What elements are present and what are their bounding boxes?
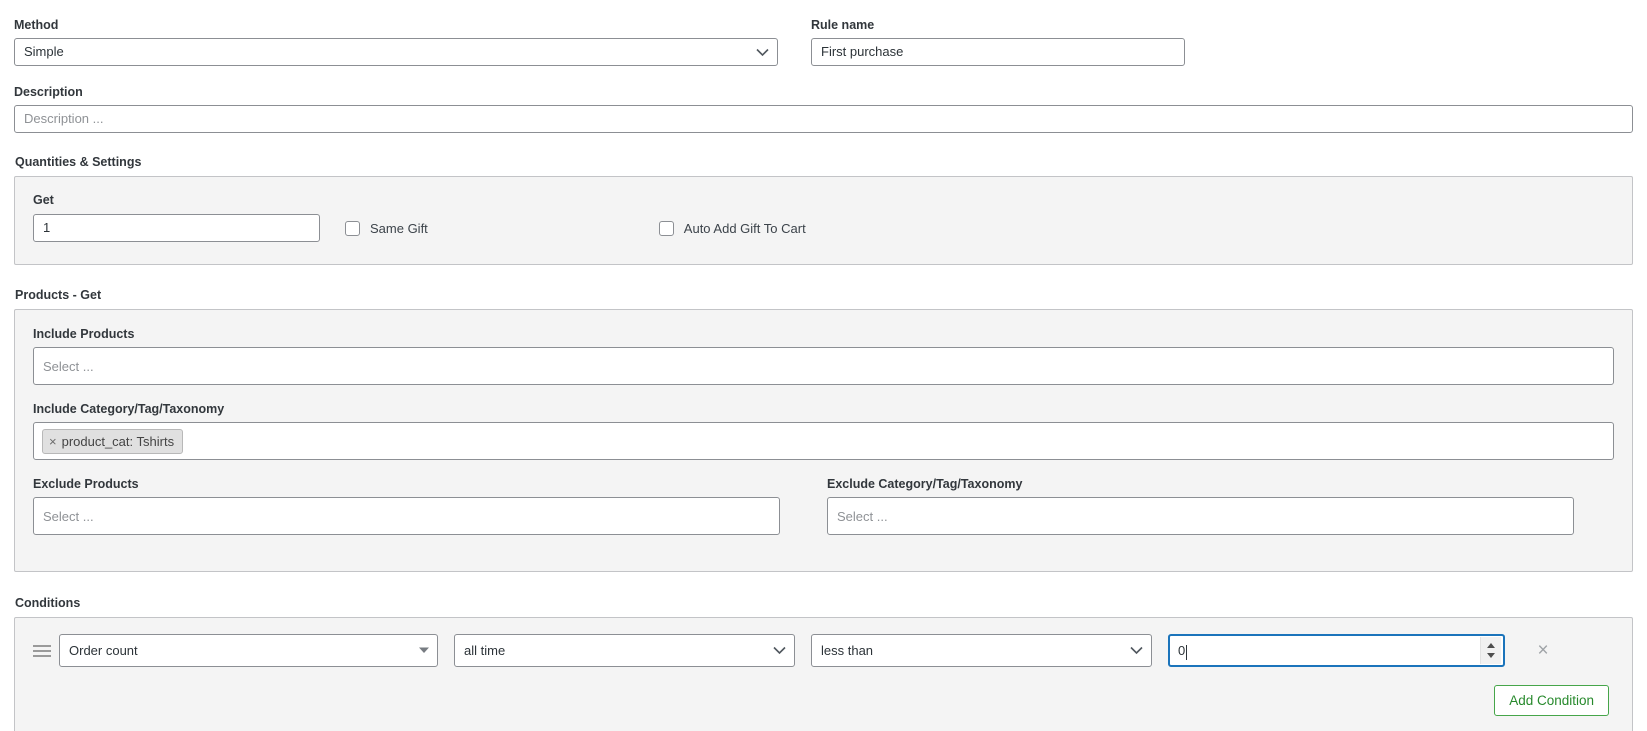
drag-handle-icon[interactable] [33, 644, 55, 657]
conditions-section: Conditions Order count all time less tha… [14, 596, 1633, 731]
quantities-settings-section: Quantities & Settings Get 1 Same Gift Au… [14, 155, 1633, 265]
exclude-products-select[interactable]: Select ... [33, 497, 780, 535]
include-products-label: Include Products [33, 327, 135, 341]
description-field-group: Description Description ... [14, 85, 1633, 133]
quantities-settings-title: Quantities & Settings [15, 155, 142, 169]
get-label: Get [33, 193, 54, 207]
conditions-title: Conditions [15, 596, 81, 610]
stepper-up-icon[interactable] [1487, 643, 1495, 648]
exclude-category-group: Exclude Category/Tag/Taxonomy Select ... [827, 477, 1574, 552]
conditions-actions: Add Condition [33, 685, 1614, 716]
tag-remove-icon[interactable]: × [49, 435, 57, 448]
method-field-group: Method Simple [14, 18, 778, 66]
products-get-title: Products - Get [15, 288, 102, 302]
same-gift-checkbox-item[interactable]: Same Gift [345, 214, 428, 242]
include-category-group: Include Category/Tag/Taxonomy × product_… [33, 402, 1614, 460]
exclude-products-label: Exclude Products [33, 477, 139, 491]
rule-name-input[interactable]: First purchase [811, 38, 1185, 66]
quantities-settings-panel: Get 1 Same Gift Auto Add Gift To Cart [14, 176, 1633, 265]
condition-operator-select-wrap[interactable]: less than [811, 634, 1152, 667]
condition-field-select-wrap[interactable]: Order count [59, 634, 438, 667]
include-products-select[interactable]: Select ... [33, 347, 1614, 385]
method-select[interactable]: Simple [14, 38, 778, 66]
tag-label: product_cat: Tshirts [61, 433, 175, 449]
condition-operator-select[interactable]: less than [811, 634, 1152, 667]
condition-period-select[interactable]: all time [454, 634, 795, 667]
number-stepper[interactable] [1480, 637, 1501, 664]
products-get-panel: Include Products Select ... Include Cate… [14, 309, 1633, 572]
same-gift-label: Same Gift [370, 220, 428, 236]
condition-row: Order count all time less than 0 × [33, 634, 1614, 667]
method-select-wrap[interactable]: Simple [14, 38, 778, 66]
tag-chip[interactable]: × product_cat: Tshirts [42, 428, 184, 454]
description-label: Description [14, 85, 83, 99]
exclude-category-select[interactable]: Select ... [827, 497, 1574, 535]
condition-period-select-wrap[interactable]: all time [454, 634, 795, 667]
products-get-section: Products - Get Include Products Select .… [14, 288, 1633, 572]
condition-amount-value: 0 [1178, 643, 1186, 658]
method-label: Method [14, 18, 59, 32]
add-condition-button[interactable]: Add Condition [1494, 685, 1609, 716]
include-category-label: Include Category/Tag/Taxonomy [33, 402, 225, 416]
include-category-select[interactable]: × product_cat: Tshirts [33, 422, 1614, 460]
auto-add-gift-checkbox-item[interactable]: Auto Add Gift To Cart [658, 214, 806, 242]
condition-amount-input[interactable]: 0 [1168, 634, 1505, 667]
same-gift-checkbox[interactable] [345, 220, 360, 236]
remove-condition-icon[interactable]: × [1532, 634, 1554, 667]
rule-name-field-group: Rule name First purchase [811, 18, 1185, 66]
get-input[interactable]: 1 [33, 214, 320, 242]
top-fields-row: Method Simple Rule name First purchase [14, 0, 1633, 66]
exclude-category-label: Exclude Category/Tag/Taxonomy [827, 477, 1023, 491]
include-products-group: Include Products Select ... [33, 327, 1614, 385]
get-field-group: Get 1 [33, 193, 320, 242]
rule-editor-page: Method Simple Rule name First purchase D… [0, 0, 1647, 731]
exclude-fields-row: Exclude Products Select ... Exclude Cate… [33, 477, 1614, 552]
stepper-down-icon[interactable] [1487, 653, 1495, 658]
auto-add-gift-checkbox[interactable] [658, 220, 674, 236]
text-cursor [1186, 645, 1188, 660]
condition-field-select[interactable]: Order count [59, 634, 438, 667]
auto-add-gift-label: Auto Add Gift To Cart [683, 220, 806, 236]
description-input[interactable]: Description ... [14, 105, 1633, 133]
exclude-products-group: Exclude Products Select ... [33, 477, 780, 535]
rule-name-label: Rule name [811, 18, 875, 32]
conditions-panel: Order count all time less than 0 × Add C… [14, 617, 1633, 731]
